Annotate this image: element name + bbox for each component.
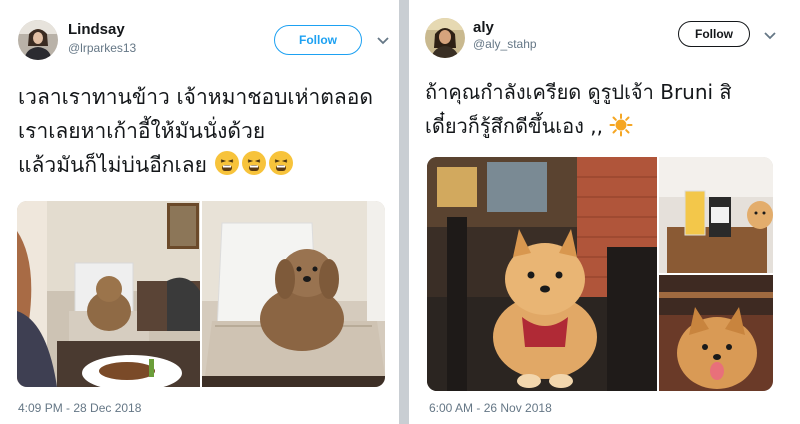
- author-handle[interactable]: @lrparkes13: [68, 41, 136, 55]
- chevron-down-icon[interactable]: [376, 36, 390, 46]
- photo-cafe-drinks[interactable]: [659, 157, 773, 273]
- tweet-text: ถ้าคุณกำลังเครียด ดูรูปเจ้า Bruni สิ เดี…: [425, 75, 785, 147]
- tweet-media-grid[interactable]: [427, 157, 773, 391]
- tweet-text-line: เวลาเราทานข้าว เจ้าหมาชอบเห่าตลอด: [18, 85, 374, 109]
- avatar[interactable]: [18, 20, 58, 60]
- tweet-timestamp[interactable]: 6:00 AM - 26 Nov 2018: [429, 401, 552, 415]
- tweet-text-line: แล้วมันก็ไม่บ่นอีกเลย: [18, 148, 388, 186]
- sun-emoji-icon: [609, 113, 633, 147]
- photo-dog-on-chair-close[interactable]: [202, 201, 385, 387]
- author-handle[interactable]: @aly_stahp: [473, 37, 537, 51]
- chevron-down-icon[interactable]: [763, 31, 777, 41]
- tired-face-emoji-icon: [214, 150, 240, 186]
- photo-dog-in-cafe[interactable]: [427, 157, 657, 391]
- follow-button[interactable]: Follow: [678, 21, 750, 47]
- tweet-card-lindsay: Lindsay @lrparkes13 Follow เวลาเราทานข้า…: [0, 0, 399, 424]
- panel-divider: [399, 0, 409, 424]
- tired-face-emoji-icon: [268, 150, 294, 186]
- author-name[interactable]: aly: [473, 19, 494, 36]
- photo-dog-on-chair-wide[interactable]: [17, 201, 200, 387]
- tweet-media-grid[interactable]: [17, 201, 385, 387]
- tweet-timestamp[interactable]: 4:09 PM - 28 Dec 2018: [18, 401, 141, 415]
- avatar[interactable]: [425, 18, 465, 58]
- tweet-text: เวลาเราทานข้าว เจ้าหมาชอบเห่าตลอด เราเลย…: [18, 80, 388, 186]
- tweet-text-line: เดี๋ยวก็รู้สึกดีขึ้นเอง ,,: [425, 109, 785, 147]
- photo-dog-tongue[interactable]: [659, 275, 773, 391]
- author-name[interactable]: Lindsay: [68, 21, 125, 38]
- tired-face-emoji-icon: [241, 150, 267, 186]
- tweet-text-line-content: เดี๋ยวก็รู้สึกดีขึ้นเอง ,,: [425, 114, 603, 138]
- tweet-text-line: ถ้าคุณกำลังเครียด ดูรูปเจ้า Bruni สิ: [425, 80, 732, 104]
- tweet-text-line-content: แล้วมันก็ไม่บ่นอีกเลย: [18, 153, 207, 177]
- tweet-card-aly: aly @aly_stahp Follow ถ้าคุณกำลังเครียด …: [409, 0, 800, 424]
- tweet-text-line: เราเลยหาเก้าอี้ให้มันนั่งด้วย: [18, 119, 266, 143]
- follow-button[interactable]: Follow: [274, 25, 362, 55]
